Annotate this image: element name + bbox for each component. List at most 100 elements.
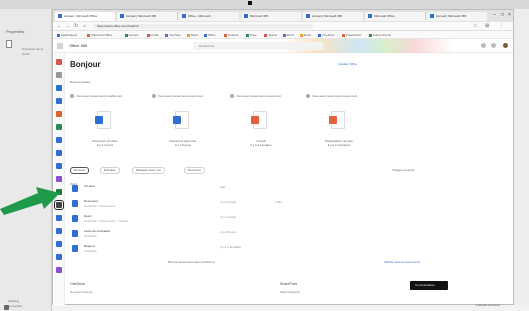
sharepoint-section-sub[interactable]: Sites fréquents — [280, 290, 300, 294]
word-file-icon — [72, 230, 78, 237]
rail-app-icon[interactable] — [56, 59, 62, 65]
close-icon[interactable]: × — [508, 12, 511, 18]
maximize-icon[interactable]: □ — [501, 12, 504, 18]
rail-app-icon[interactable] — [56, 163, 62, 169]
bookmark-item[interactable]: Excel — [299, 33, 311, 37]
file-row[interactable]: Devis OneDrive > Documents > Travail Il y … — [70, 214, 300, 226]
filter-recent[interactable]: Récents — [70, 167, 90, 174]
filter-discover[interactable]: Découvrir — [184, 167, 205, 174]
star-icon[interactable]: ☆ — [473, 23, 477, 29]
rail-app-icon[interactable] — [56, 254, 62, 260]
avatar-icon — [230, 94, 234, 99]
file-path: OneDrive > Documents — [84, 204, 116, 208]
bookmark-favicon-icon — [124, 33, 128, 37]
url-field[interactable]: https://www.office.com/?auth=2 — [93, 24, 313, 29]
bookmark-favicon-icon — [318, 33, 322, 37]
bookmark-item[interactable]: OneDrive — [318, 33, 335, 37]
browser-tab[interactable]: Accueil | Microsoft 365 — [303, 12, 363, 21]
recent-activity: Vous avez récemment ouvert ceci — [152, 94, 203, 99]
help-icon[interactable] — [491, 43, 496, 48]
rail-app-icon[interactable] — [56, 215, 62, 221]
bookmark-label: Drive — [249, 33, 257, 37]
bookmark-item[interactable]: Maps — [186, 33, 198, 37]
rail-app-icon[interactable] — [56, 137, 62, 143]
minimize-icon[interactable]: – — [493, 12, 496, 18]
file-date: Il y a 3 jours — [220, 215, 237, 219]
green-arrow-icon — [0, 187, 60, 215]
bookmark-item[interactable]: YouTube — [165, 33, 181, 37]
filter-pinned[interactable]: Épinglés — [100, 167, 120, 174]
extensions-icon[interactable]: ⊞ — [485, 23, 489, 29]
bookmark-item[interactable]: Office — [203, 33, 215, 37]
bookmark-item[interactable]: Accueil — [124, 33, 139, 37]
file-path: OneDrive > Documents > Travail — [84, 219, 128, 223]
home-icon[interactable]: ⌂ — [83, 23, 86, 29]
bookmark-item[interactable]: Gmail — [146, 33, 158, 37]
browser-tab[interactable]: Microsoft 365 — [241, 12, 301, 21]
browser-tab[interactable]: Accueil - Microsoft Office — [55, 12, 115, 21]
app-rail — [53, 53, 65, 306]
rail-app-icon[interactable] — [56, 176, 62, 182]
reload-icon[interactable]: ↻ — [74, 23, 78, 29]
recent-activity-label: Vous avez récemment ouvert ceci — [312, 94, 358, 98]
rail-app-icon[interactable] — [56, 228, 62, 234]
browser-tab[interactable]: Microsoft Office — [365, 12, 425, 21]
rail-app-icon[interactable] — [56, 111, 62, 117]
page-title: Bonjour — [70, 60, 101, 69]
onedrive-section-sub[interactable]: Dossiers récents — [70, 290, 92, 294]
rail-app-icon[interactable] — [56, 267, 62, 273]
file-row[interactable]: CV.docx Hier — [70, 184, 300, 196]
bookmark-label: Accueil — [128, 33, 139, 37]
pane-title: Properties — [6, 29, 25, 34]
avatar-icon — [306, 94, 310, 99]
bookmark-item[interactable]: Drive — [245, 33, 257, 37]
file-name: CV.docx — [84, 184, 96, 188]
browser-tab[interactable]: Accueil | Microsoft 365 — [427, 12, 487, 21]
office-app-name[interactable]: Office 365 — [69, 43, 87, 48]
file-row[interactable]: Rapport OneDrive Il y a 1 semaine — [70, 244, 300, 256]
recommended-card[interactable]: CV.pdf Il y a 1 semaine — [231, 103, 291, 155]
bookmark-item[interactable]: PowerPoint — [341, 33, 361, 37]
rail-app-icon[interactable] — [56, 150, 62, 156]
rail-app-icon[interactable] — [56, 124, 62, 130]
card-caption-date: Il y a 5 jours — [174, 143, 192, 147]
install-office-link[interactable]: Installer Office — [338, 62, 357, 66]
file-row[interactable]: Lettre de motivation OneDrive Il y a 5 jou… — [70, 229, 300, 241]
bookmark-favicon-icon — [146, 33, 150, 37]
tab-label: Office - Microsoft — [188, 14, 211, 18]
file-row[interactable]: Document OneDrive > Documents Il y a 2 jou… — [70, 199, 300, 211]
recommended-card[interactable]: Présentation (1).pptx Il y a 2 semaines — [309, 103, 369, 155]
bookmarks-bar: Applications Microsoft Office Accueil Gmail… — [53, 31, 513, 39]
search-input[interactable]: Rechercher — [193, 42, 323, 50]
more-files-text[interactable]: Plus de documents dans OneDrive — [168, 260, 214, 264]
avatar[interactable] — [503, 43, 508, 48]
bookmark-item[interactable]: Teams — [264, 33, 277, 37]
avatar-icon — [152, 94, 156, 99]
filter-shared[interactable]: Partagés avec moi — [132, 167, 165, 174]
menu-icon[interactable]: ⋮ — [499, 23, 504, 29]
rail-app-icon[interactable] — [56, 72, 62, 78]
recommended-label: Recommandés — [70, 80, 91, 84]
back-icon[interactable]: ← — [57, 23, 62, 29]
browser-tab[interactable]: Accueil | Microsoft 365 — [117, 12, 177, 21]
feedback-button[interactable]: Commentaires — [410, 281, 448, 290]
recommended-card[interactable]: Document (1).docx Il y a 3 jours — [75, 103, 135, 155]
card-caption: Document (1).docx Il y a 3 jours — [75, 139, 135, 147]
bookmark-item[interactable]: Word — [282, 33, 294, 37]
more-files-link[interactable]: Afficher plus de documents — [384, 260, 420, 264]
rail-app-icon[interactable] — [56, 85, 62, 91]
bookmark-item[interactable]: Autres favoris — [368, 33, 391, 37]
recommended-card[interactable]: Document sans titre Il y a 5 jours — [153, 103, 213, 155]
app-launcher-icon[interactable] — [57, 43, 63, 49]
bookmark-item[interactable]: Microsoft Office — [87, 33, 112, 37]
rail-app-icon[interactable] — [56, 241, 62, 247]
right-scroll-area[interactable] — [514, 9, 529, 305]
forward-icon[interactable]: → — [65, 23, 70, 29]
bookmark-item[interactable]: Applications — [57, 33, 77, 37]
bookmark-label: OneDrive — [322, 33, 335, 37]
browser-tab[interactable]: Office - Microsoft — [179, 12, 239, 21]
upload-open-button[interactable]: Charger et ouvrir — [392, 168, 415, 172]
rail-app-icon[interactable] — [56, 98, 62, 104]
settings-icon[interactable] — [481, 43, 486, 48]
bookmark-item[interactable]: Outlook — [223, 33, 238, 37]
